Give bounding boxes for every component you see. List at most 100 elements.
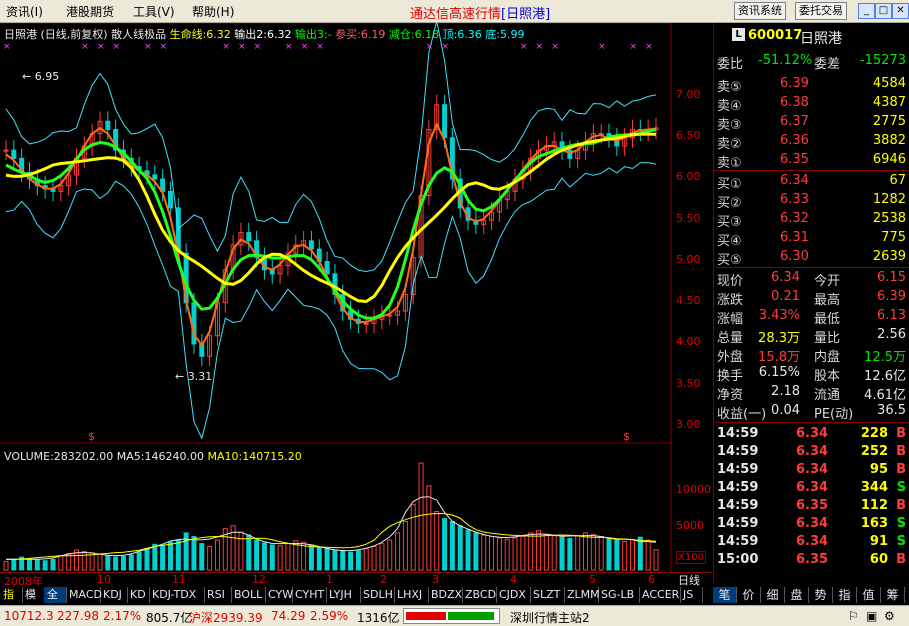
bid-level-row[interactable]: 买④ 6.31 775 <box>714 229 909 249</box>
quote-label: 流通 <box>814 388 841 403</box>
quote-value: 6.15% <box>758 365 800 380</box>
indicator-tab[interactable]: BDZX <box>428 587 463 603</box>
ask-volume: 4387 <box>872 95 906 110</box>
ask-price: 6.37 <box>780 114 809 129</box>
menu-tools[interactable]: 工具(V) <box>133 3 175 20</box>
volume-header: VOLUME:283202.00 MA5:146240.00 MA10:1407… <box>4 450 302 463</box>
indicator-tab[interactable]: KDJ-TDX <box>149 587 205 603</box>
ask-level-row[interactable]: 卖⑤ 6.39 4584 <box>714 75 909 95</box>
ask-price: 6.36 <box>780 133 809 148</box>
indicator-tab[interactable]: LYJH <box>326 587 361 603</box>
minimize-icon[interactable]: _ <box>858 3 875 19</box>
indicator-tab[interactable]: SDLH <box>360 587 395 603</box>
volume-bar <box>418 462 424 571</box>
indicator-tab[interactable]: ZLMM <box>564 587 600 603</box>
volume-bar <box>105 555 111 571</box>
top-signal-marker: × <box>551 42 559 52</box>
indicator-tab[interactable]: 模板 <box>22 587 45 617</box>
indicator-tab[interactable]: MACD <box>66 587 102 603</box>
menu-info[interactable]: 资讯(I) <box>6 3 43 20</box>
tick-price: 6.34 <box>796 426 829 441</box>
info-system-button[interactable]: 资讯系统 <box>734 2 786 20</box>
volume-bar <box>42 560 48 571</box>
network-icon[interactable]: ⚐ <box>848 609 859 623</box>
ask-level-row[interactable]: 卖① 6.35 6946 <box>714 151 909 171</box>
hs-amount: 1316亿 <box>357 611 400 625</box>
volume-bar <box>653 549 659 571</box>
volume-bar <box>340 550 346 571</box>
date-tick-label: 6 <box>648 573 655 586</box>
panel-tab[interactable]: 笔 <box>713 587 737 603</box>
top-signal-marker: × <box>301 42 309 52</box>
top-signal-marker: × <box>238 42 246 52</box>
volume-bar <box>473 532 479 571</box>
indicator-tab[interactable]: KD <box>127 587 150 603</box>
tick-price: 6.34 <box>796 462 829 477</box>
quote-label: 总量 <box>717 331 744 346</box>
settings-icon[interactable]: ⚙ <box>884 609 895 623</box>
bid-price: 6.31 <box>780 230 809 245</box>
panel-tab[interactable]: 势 <box>809 587 833 603</box>
quote-value: 2.18 <box>771 384 800 399</box>
bid-level-row[interactable]: 买③ 6.32 2538 <box>714 210 909 230</box>
ask-level-row[interactable]: 卖④ 6.38 4387 <box>714 94 909 114</box>
ask-label: 卖② <box>717 137 742 152</box>
indicator-tab[interactable]: 指标 <box>0 587 23 617</box>
panel-tab[interactable]: 值 <box>857 587 881 603</box>
menu-help[interactable]: 帮助(H) <box>192 3 234 20</box>
panel-tab[interactable]: 盘 <box>785 587 809 603</box>
bid-level-row[interactable]: 买② 6.33 1282 <box>714 191 909 211</box>
indicator-tab[interactable]: CJDX <box>496 587 531 603</box>
candle-body <box>167 190 173 209</box>
volume-tick-label: 10000 <box>676 483 711 496</box>
tick-side: B <box>896 462 906 477</box>
indicator-tab[interactable]: KDJ <box>100 587 128 603</box>
quote-panel: L 600017 日照港 委比 -51.12% 委差 -15273 卖⑤ 6.39… <box>713 23 909 583</box>
tick-side: S <box>896 480 906 495</box>
bid-level-row[interactable]: 买① 6.34 67 <box>714 172 909 192</box>
indicator-tab[interactable]: SG-LB <box>598 587 640 603</box>
volume-bar <box>277 545 283 571</box>
bid-label: 买④ <box>717 234 742 249</box>
top-signal-marker: × <box>97 42 105 52</box>
volume-bar <box>97 553 103 571</box>
volume-bar <box>363 548 369 571</box>
ask-price: 6.38 <box>780 95 809 110</box>
order-trade-button[interactable]: 委托交易 <box>795 2 847 20</box>
panel-tab[interactable]: 筹 <box>881 587 905 603</box>
top-signal-marker: × <box>160 42 168 52</box>
ask-level-row[interactable]: 卖② 6.36 3882 <box>714 132 909 152</box>
bid-level-row[interactable]: 买⑤ 6.30 2639 <box>714 248 909 268</box>
top-signal-marker: × <box>254 42 262 52</box>
volume-bar <box>590 533 596 571</box>
indicator-tab[interactable]: LHXJ <box>394 587 429 603</box>
tick-row: 14:59 6.35 112 B <box>714 497 909 515</box>
close-icon[interactable]: ✕ <box>892 3 909 19</box>
menu-hk-futures[interactable]: 港股期货 <box>66 3 114 20</box>
level2-badge: L <box>732 28 745 41</box>
indicator-tab[interactable]: RSI <box>204 587 232 603</box>
panel-tab[interactable]: 指 <box>833 587 857 603</box>
price-chart-svg: ← 6.95 ← 3.31 $ $ × × × × × × × × × × × × × × × × × × × × <box>0 23 672 573</box>
kline-chart-area[interactable]: 日照港 (日线,前复权) 散人线极品 生命线:6.32 输出2:6.32 输出3… <box>0 23 672 573</box>
indicator-tab[interactable]: ACCER <box>639 587 681 603</box>
tick-volume: 95 <box>869 462 888 477</box>
indicator-tab[interactable]: BOLL <box>231 587 266 603</box>
indicator-tab[interactable]: JS <box>680 587 703 603</box>
indicator-tab[interactable]: CYHT <box>292 587 327 603</box>
quote-label: 最低 <box>814 312 841 327</box>
maximize-icon[interactable]: □ <box>875 3 892 19</box>
indicator-tab[interactable]: SLZT <box>530 587 565 603</box>
panel-tab[interactable]: 细 <box>761 587 785 603</box>
tick-volume: 60 <box>869 552 888 567</box>
indicator-tab[interactable]: CYW <box>265 587 293 603</box>
panel-tab[interactable]: 价 <box>737 587 761 603</box>
volume-bar <box>199 543 205 571</box>
top-signal-marker: × <box>144 42 152 52</box>
quote-value: 6.15 <box>877 270 906 285</box>
volume-bar <box>167 541 173 571</box>
volume-bar <box>183 532 189 571</box>
indicator-tab[interactable]: ZBCD <box>462 587 497 603</box>
ask-level-row[interactable]: 卖③ 6.37 2775 <box>714 113 909 133</box>
indicator-tab[interactable]: 全部 <box>44 587 67 617</box>
